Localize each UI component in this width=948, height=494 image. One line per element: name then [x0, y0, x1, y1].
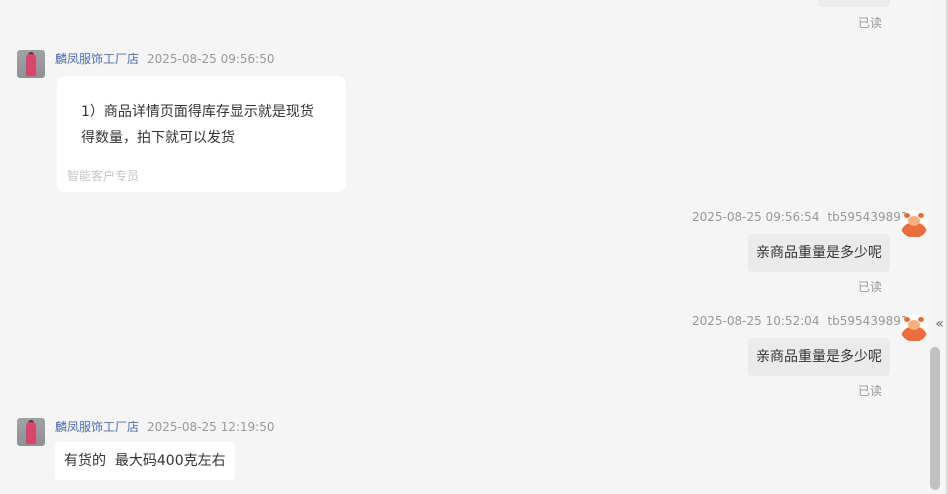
message-time: 2025-08-25 09:56:54	[692, 210, 820, 224]
message-meta: 2025-08-25 09:56:54 tb5954398910	[692, 210, 916, 224]
message-bubble: 亲商品重量是多少呢	[748, 338, 890, 376]
double-chevron-left-icon[interactable]: «	[935, 314, 944, 334]
shop-avatar[interactable]	[17, 50, 45, 78]
message-time: 2025-08-25 12:19:50	[147, 420, 275, 434]
buyer-avatar[interactable]	[900, 210, 928, 238]
shop-avatar[interactable]	[17, 418, 45, 446]
read-status: 已读	[858, 16, 883, 30]
message-bubble: 亲商品重量是多少呢	[748, 234, 890, 272]
read-status: 已读	[858, 384, 883, 398]
previous-message-bubble	[818, 0, 890, 7]
message-line: 1）商品详情页面得库存显示就是现货	[81, 104, 314, 120]
bot-label: 智能客户专员	[67, 169, 140, 183]
message-time: 2025-08-25 09:56:50	[147, 52, 275, 66]
buyer-avatar[interactable]	[900, 314, 928, 342]
shop-name[interactable]: 麟凤服饰工厂店	[55, 420, 139, 434]
message-bubble: 有货的 最大码400克左右	[55, 442, 235, 480]
message-meta: 麟凤服饰工厂店 2025-08-25 12:19:50	[55, 418, 274, 435]
message-time: 2025-08-25 10:52:04	[692, 314, 820, 328]
message-meta: 2025-08-25 10:52:04 tb5954398910	[692, 314, 916, 328]
read-status: 已读	[858, 280, 883, 294]
message-meta: 麟凤服饰工厂店 2025-08-25 09:56:50	[55, 50, 274, 67]
chat-history-panel: 已读 麟凤服饰工厂店 2025-08-25 09:56:50 1）商品详情页面得库…	[0, 0, 930, 494]
shop-name[interactable]: 麟凤服饰工厂店	[55, 52, 139, 66]
message-line: 得数量，拍下就可以发货	[81, 130, 235, 146]
scrollbar-thumb[interactable]	[930, 347, 940, 490]
